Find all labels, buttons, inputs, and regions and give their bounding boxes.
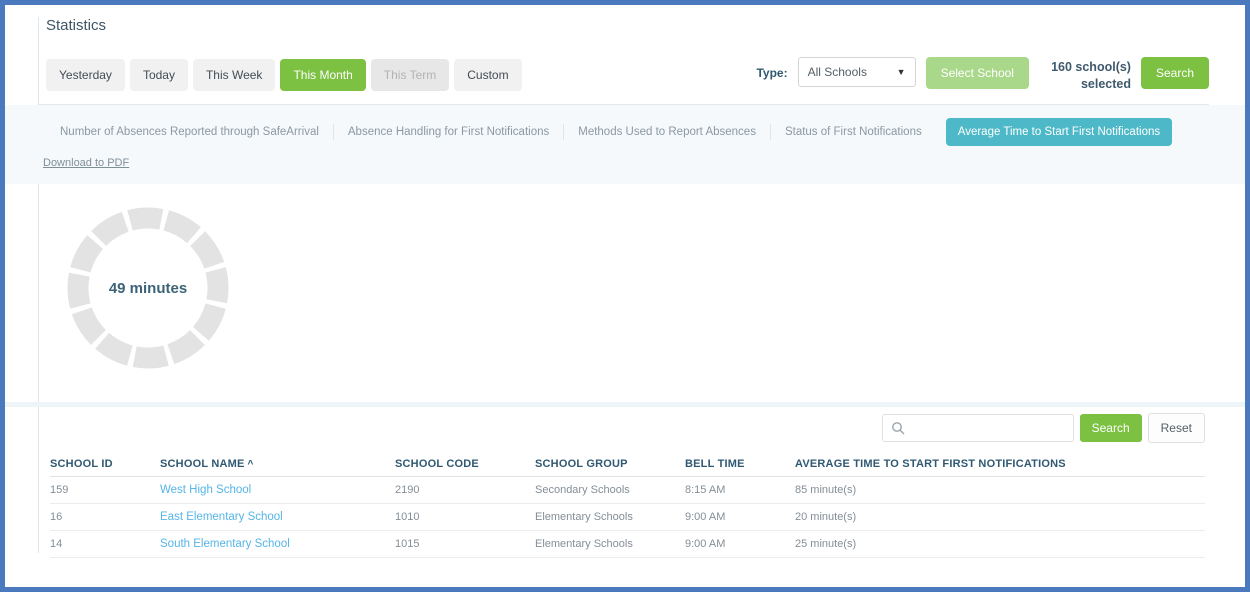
cell-school-group: Elementary Schools <box>535 538 685 550</box>
section-divider-band <box>5 402 1245 407</box>
cell-school-id: 14 <box>50 538 160 550</box>
filter-yesterday[interactable]: Yesterday <box>46 59 125 91</box>
filter-today[interactable]: Today <box>130 59 188 91</box>
col-bell-time[interactable]: BELL TIME <box>685 458 795 470</box>
type-select[interactable]: All Schools ▼ <box>798 57 916 87</box>
search-icon <box>891 421 905 435</box>
tab-status-first-notifications[interactable]: Status of First Notifications <box>771 118 936 146</box>
select-school-button[interactable]: Select School <box>926 57 1029 89</box>
table-row: 16 East Elementary School 1010 Elementar… <box>50 504 1205 531</box>
col-school-name-label: SCHOOL NAME <box>160 458 245 470</box>
table-search-button[interactable]: Search <box>1080 414 1142 442</box>
col-school-group[interactable]: SCHOOL GROUP <box>535 458 685 470</box>
download-pdf-link[interactable]: Download to PDF <box>43 157 129 169</box>
cell-school-id: 16 <box>50 511 160 523</box>
cell-average-time: 85 minute(s) <box>795 484 1205 496</box>
cell-school-name-link[interactable]: South Elementary School <box>160 538 395 550</box>
table-search-bar: Search Reset <box>882 413 1205 443</box>
cell-school-group: Secondary Schools <box>535 484 685 496</box>
cell-school-code: 1015 <box>395 538 535 550</box>
cell-school-code: 1010 <box>395 511 535 523</box>
cell-bell-time: 9:00 AM <box>685 511 795 523</box>
col-average-time[interactable]: AVERAGE TIME TO START FIRST NOTIFICATION… <box>795 458 1205 470</box>
left-divider <box>38 17 39 553</box>
tab-methods-used[interactable]: Methods Used to Report Absences <box>564 118 770 146</box>
cell-average-time: 20 minute(s) <box>795 511 1205 523</box>
cell-average-time: 25 minute(s) <box>795 538 1205 550</box>
col-school-name[interactable]: SCHOOL NAME^ <box>160 458 395 470</box>
tab-number-of-absences[interactable]: Number of Absences Reported through Safe… <box>46 118 333 146</box>
tab-absence-handling[interactable]: Absence Handling for First Notifications <box>334 118 563 146</box>
cell-school-name-link[interactable]: West High School <box>160 484 395 496</box>
table-row: 14 South Elementary School 1015 Elementa… <box>50 531 1205 558</box>
filter-this-term: This Term <box>371 59 449 91</box>
cell-school-group: Elementary Schools <box>535 511 685 523</box>
school-selection-bar: Type: All Schools ▼ Select School 160 sc… <box>756 57 1209 93</box>
page-title: Statistics <box>46 17 106 34</box>
table-search-input[interactable] <box>911 420 1065 436</box>
filter-this-month[interactable]: This Month <box>280 59 365 91</box>
statistics-page: Statistics Yesterday Today This Week Thi… <box>0 0 1250 592</box>
col-school-id[interactable]: SCHOOL ID <box>50 458 160 470</box>
chevron-down-icon: ▼ <box>897 67 906 77</box>
cell-bell-time: 8:15 AM <box>685 484 795 496</box>
donut-value-label: 49 minutes <box>63 203 233 373</box>
selected-count: 160 school(s) selected <box>1039 59 1131 93</box>
table-search-input-wrap[interactable] <box>882 414 1074 442</box>
schools-table: SCHOOL ID SCHOOL NAME^ SCHOOL CODE SCHOO… <box>50 451 1205 558</box>
avg-time-donut-chart: 49 minutes <box>63 203 233 373</box>
type-select-value: All Schools <box>808 65 867 79</box>
table-row: 159 West High School 2190 Secondary Scho… <box>50 477 1205 504</box>
filter-this-week[interactable]: This Week <box>193 59 275 91</box>
sort-asc-icon: ^ <box>248 459 254 470</box>
col-school-code[interactable]: SCHOOL CODE <box>395 458 535 470</box>
date-filter-bar: Yesterday Today This Week This Month Thi… <box>46 59 522 91</box>
report-tab-bar: Number of Absences Reported through Safe… <box>5 105 1245 184</box>
table-reset-button[interactable]: Reset <box>1148 413 1205 443</box>
tab-average-time[interactable]: Average Time to Start First Notification… <box>946 118 1172 146</box>
cell-school-id: 159 <box>50 484 160 496</box>
cell-bell-time: 9:00 AM <box>685 538 795 550</box>
filter-custom[interactable]: Custom <box>454 59 521 91</box>
cell-school-code: 2190 <box>395 484 535 496</box>
cell-school-name-link[interactable]: East Elementary School <box>160 511 395 523</box>
search-button[interactable]: Search <box>1141 57 1209 89</box>
table-header-row: SCHOOL ID SCHOOL NAME^ SCHOOL CODE SCHOO… <box>50 451 1205 477</box>
type-label: Type: <box>756 66 787 80</box>
